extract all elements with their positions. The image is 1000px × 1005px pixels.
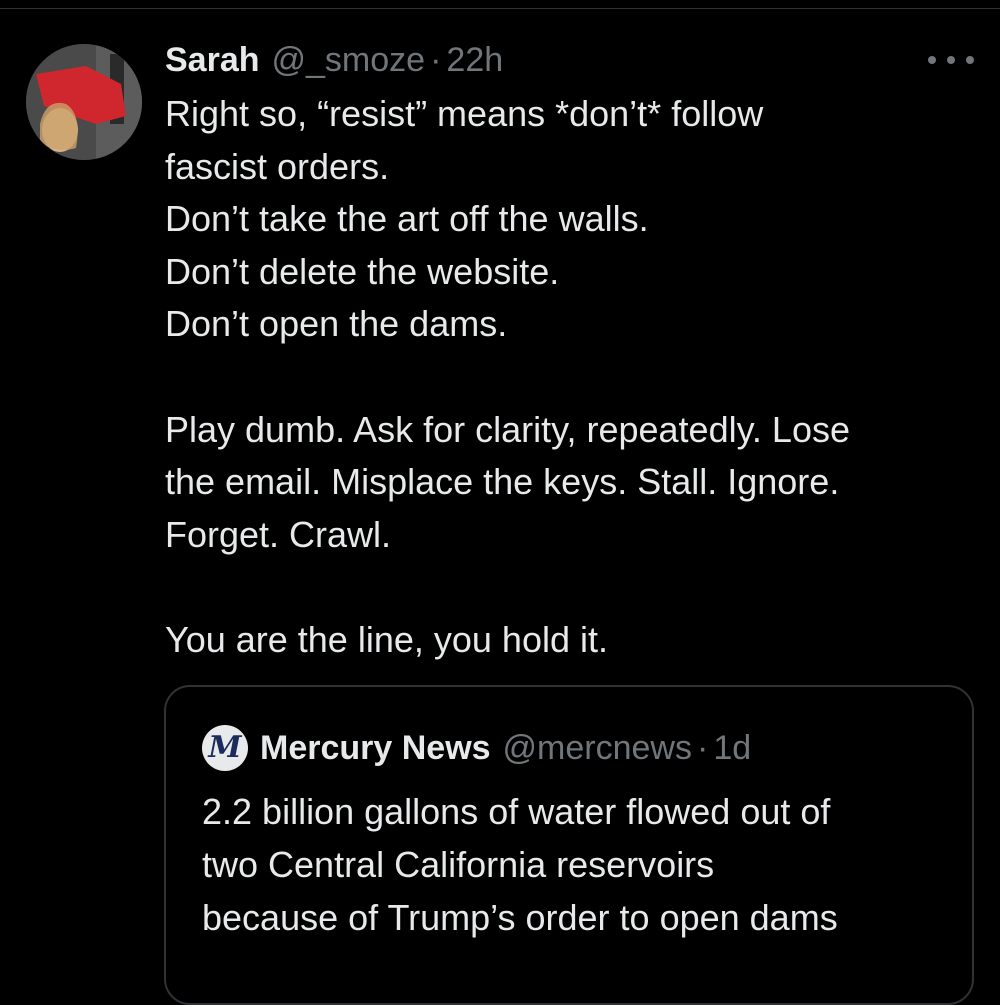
logo-letter: M — [208, 730, 242, 765]
quoted-text-line: two Central California reservoirs — [202, 844, 715, 885]
tweet-text-line: Don’t take the art off the walls. — [165, 198, 649, 240]
quoted-text-line: because of Trump’s order to open dams — [202, 897, 838, 938]
tweet-text-line: Forget. Crawl. — [165, 513, 392, 555]
quoted-tweet-text: 2.2 billion gallons of water flowed out … — [202, 785, 962, 944]
tweet-text-line: Play dumb. Ask for clarity, repeatedly. … — [165, 408, 850, 450]
tweet-text-line: You are the line, you hold it. — [165, 618, 608, 660]
tweet-timestamp[interactable]: 22h — [446, 41, 503, 80]
quoted-tweet-header: M Mercury News @mercnews · 1d — [202, 725, 751, 771]
more-dot — [928, 56, 936, 64]
more-dot — [947, 56, 955, 64]
quoted-text-line: 2.2 billion gallons of water flowed out … — [202, 791, 831, 832]
quoted-tweet-card[interactable]: M Mercury News @mercnews · 1d 2.2 billio… — [164, 685, 974, 1005]
more-dot — [966, 56, 974, 64]
meta-separator: · — [697, 728, 709, 767]
more-options-icon[interactable] — [928, 48, 974, 72]
quoted-tweet-timestamp: 1d — [713, 728, 752, 767]
tweet-text-line: Don’t delete the website. — [165, 250, 560, 292]
mercury-news-logo-icon: M — [202, 725, 248, 771]
author-display-name[interactable]: Sarah — [165, 41, 260, 80]
tweet-text-line: Don’t open the dams. — [165, 303, 508, 345]
avatar[interactable] — [26, 44, 142, 160]
tweet-text-line: fascist orders. — [165, 145, 390, 187]
top-divider — [0, 8, 1000, 9]
author-handle[interactable]: @_smoze — [272, 41, 426, 80]
tweet-text-line: Right so, “resist” means *don’t* follow — [165, 93, 764, 134]
tweet-text-line: the email. Misplace the keys. Stall. Ign… — [165, 461, 840, 503]
meta-separator: · — [430, 40, 442, 79]
tweet-header: Sarah @_smoze · 22h — [165, 38, 503, 82]
quoted-author-handle: @mercnews — [502, 728, 692, 767]
quoted-author-display-name: Mercury News — [260, 728, 491, 767]
tweet-text: Right so, “resist” means *don’t* follow … — [165, 88, 975, 667]
avatar-image — [26, 44, 142, 160]
